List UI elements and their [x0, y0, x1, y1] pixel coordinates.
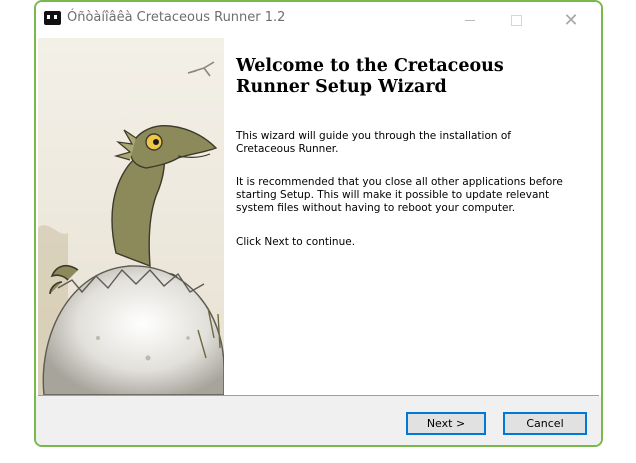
continue-instruction: Click Next to continue.	[236, 236, 356, 248]
app-icon	[44, 11, 61, 25]
cancel-button[interactable]: Cancel	[503, 412, 587, 435]
installer-window: Óñòàíîâêà Cretaceous Runner 1.2 ✕ Welcom…	[34, 0, 603, 447]
next-button[interactable]: Next >	[406, 412, 486, 435]
close-icon: ✕	[563, 9, 579, 31]
minimize-button[interactable]	[447, 2, 493, 38]
minimize-icon	[465, 19, 475, 21]
page-title: Welcome to the Cretaceous Runner Setup W…	[236, 56, 504, 97]
maximize-icon	[510, 14, 522, 26]
wizard-side-image	[38, 38, 224, 395]
maximize-button[interactable]	[493, 2, 539, 38]
intro-paragraph: This wizard will guide you through the i…	[236, 130, 511, 155]
window-title: Óñòàíîâêà Cretaceous Runner 1.2	[67, 10, 286, 25]
wizard-content: Welcome to the Cretaceous Runner Setup W…	[224, 38, 601, 395]
title-bar[interactable]: Óñòàíîâêà Cretaceous Runner 1.2 ✕	[36, 2, 601, 38]
button-bar: Next > Cancel	[36, 396, 601, 445]
recommendation-paragraph: It is recommended that you close all oth…	[236, 176, 563, 214]
close-button[interactable]: ✕	[548, 2, 594, 38]
dinosaur-hatching-illustration	[38, 38, 224, 395]
